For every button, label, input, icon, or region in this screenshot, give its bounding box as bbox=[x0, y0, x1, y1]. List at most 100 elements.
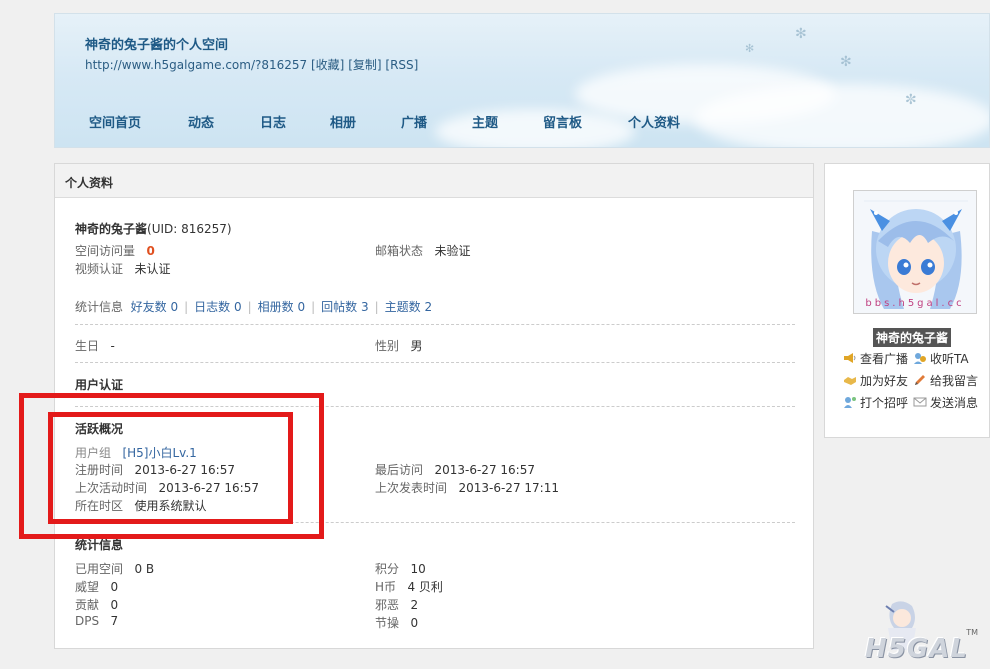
email-label: 邮箱状态 bbox=[375, 244, 424, 258]
gender-value: 男 bbox=[410, 339, 423, 353]
stat-replies-link[interactable]: 回帖数 3 bbox=[321, 300, 368, 314]
envelope-icon bbox=[913, 395, 927, 409]
leave-message-label: 给我留言 bbox=[930, 374, 979, 388]
divider bbox=[75, 362, 795, 363]
divider: | bbox=[311, 300, 316, 314]
nav-guestbook[interactable]: 留言板 bbox=[543, 112, 582, 131]
nav-topics[interactable]: 主题 bbox=[472, 112, 498, 131]
rss-link[interactable]: [RSS] bbox=[385, 58, 418, 72]
send-message-label: 发送消息 bbox=[930, 396, 979, 410]
dandelion-decoration: ✻ bbox=[745, 42, 755, 55]
prestige-value: 0 bbox=[110, 580, 119, 594]
dps-row: DPS 7 bbox=[75, 614, 118, 628]
gender-row: 性别 男 bbox=[375, 337, 422, 354]
stat-albums-link[interactable]: 相册数 0 bbox=[258, 300, 305, 314]
avatar[interactable]: bbs.h5gal.cc bbox=[853, 190, 977, 314]
birthday-value: - bbox=[110, 339, 115, 353]
card-username[interactable]: 神奇的兔子酱 bbox=[873, 328, 952, 347]
stat-topics-link[interactable]: 主题数 2 bbox=[385, 300, 432, 314]
bookmark-link[interactable]: [收藏] bbox=[311, 58, 344, 72]
nav-broadcast[interactable]: 广播 bbox=[401, 112, 427, 131]
dps-value: 7 bbox=[110, 614, 119, 628]
nav-blog[interactable]: 日志 bbox=[260, 112, 286, 131]
listen-icon bbox=[913, 351, 927, 365]
points-value: 10 bbox=[410, 562, 426, 576]
points-label: 积分 bbox=[375, 562, 400, 576]
last-visit-row: 最后访问 2013-6-27 16:57 bbox=[375, 461, 535, 478]
visits-label: 空间访问量 bbox=[75, 244, 136, 258]
send-message-link[interactable]: 发送消息 bbox=[913, 394, 978, 411]
last-post-value: 2013-6-27 17:11 bbox=[458, 481, 559, 495]
email-row: 邮箱状态 未验证 bbox=[375, 242, 470, 259]
divider: | bbox=[184, 300, 189, 314]
copy-link[interactable]: [复制] bbox=[348, 58, 381, 72]
prestige-label: 威望 bbox=[75, 580, 100, 594]
birthday-label: 生日 bbox=[75, 339, 100, 353]
contrib-label: 贡献 bbox=[75, 598, 100, 612]
profile-name-row: 神奇的兔子酱(UID: 816257) bbox=[75, 220, 232, 237]
say-hi-link[interactable]: 打个招呼 bbox=[843, 394, 908, 411]
view-broadcast-link[interactable]: 查看广播 bbox=[843, 350, 908, 367]
last-post-row: 上次发表时间 2013-6-27 17:11 bbox=[375, 479, 559, 496]
space-nav: 空间首页 动态 日志 相册 广播 主题 留言板 个人资料 bbox=[55, 112, 989, 134]
profile-name: 神奇的兔子酱 bbox=[75, 222, 148, 236]
integrity-value: 0 bbox=[410, 616, 419, 630]
nav-feed[interactable]: 动态 bbox=[188, 112, 214, 131]
follow-label: 收听TA bbox=[930, 352, 969, 366]
contrib-value: 0 bbox=[110, 598, 119, 612]
gender-label: 性别 bbox=[375, 339, 400, 353]
integrity-row: 节操 0 bbox=[375, 614, 418, 631]
pencil-icon bbox=[913, 373, 927, 387]
nav-profile[interactable]: 个人资料 bbox=[628, 112, 680, 131]
divider bbox=[75, 324, 795, 325]
stat-blogs-link[interactable]: 日志数 0 bbox=[194, 300, 241, 314]
coin-value: 4 贝利 bbox=[407, 580, 443, 594]
auth-section-title: 用户认证 bbox=[75, 378, 124, 392]
trademark: TM bbox=[966, 628, 978, 637]
points-row: 积分 10 bbox=[375, 560, 426, 577]
handshake-icon bbox=[843, 373, 857, 387]
space-url-bar: http://www.h5galgame.com/?816257 [收藏] [复… bbox=[85, 56, 418, 73]
evil-label: 邪恶 bbox=[375, 598, 400, 612]
dandelion-decoration: ✻ bbox=[840, 54, 852, 70]
user-card: bbs.h5gal.cc 神奇的兔子酱 查看广播 收听TA 加为好友 给我留言 … bbox=[824, 163, 990, 438]
space-row: 已用空间 0 B bbox=[75, 560, 154, 577]
video-value: 未认证 bbox=[134, 262, 171, 276]
evil-row: 邪恶 2 bbox=[375, 596, 418, 613]
panel-title: 个人资料 bbox=[55, 164, 813, 198]
dandelion-decoration: ✼ bbox=[905, 92, 917, 108]
last-visit-label: 最后访问 bbox=[375, 463, 424, 477]
stats-row: 统计信息 好友数 0 | 日志数 0 | 相册数 0 | 回帖数 3 | 主题数 2 bbox=[75, 298, 432, 315]
view-broadcast-label: 查看广播 bbox=[860, 352, 909, 366]
space-header: ✻ ✻ ✼ ✻ 神奇的兔子酱的个人空间 http://www.h5galgame… bbox=[54, 13, 990, 148]
last-post-label: 上次发表时间 bbox=[375, 481, 448, 495]
avatar-image bbox=[854, 191, 976, 313]
highlight-box-inner bbox=[48, 412, 293, 524]
leave-message-link[interactable]: 给我留言 bbox=[913, 372, 978, 389]
space-value: 0 B bbox=[134, 562, 155, 576]
megaphone-icon bbox=[843, 351, 857, 365]
nav-home[interactable]: 空间首页 bbox=[89, 112, 141, 131]
divider: | bbox=[247, 300, 252, 314]
birthday-row: 生日 - bbox=[75, 337, 115, 354]
dandelion-decoration: ✻ bbox=[795, 26, 807, 42]
coin-label: H币 bbox=[375, 580, 397, 594]
video-row: 视频认证 未认证 bbox=[75, 260, 170, 277]
video-label: 视频认证 bbox=[75, 262, 124, 276]
contrib-row: 贡献 0 bbox=[75, 596, 118, 613]
dps-label: DPS bbox=[75, 614, 100, 628]
greet-icon bbox=[843, 395, 857, 409]
coin-row: H币 4 贝利 bbox=[375, 578, 443, 595]
say-hi-label: 打个招呼 bbox=[860, 396, 909, 410]
nav-album[interactable]: 相册 bbox=[330, 112, 356, 131]
space-url[interactable]: http://www.h5galgame.com/?816257 bbox=[85, 58, 307, 72]
add-friend-label: 加为好友 bbox=[860, 374, 909, 388]
stat-friends-link[interactable]: 好友数 0 bbox=[131, 300, 178, 314]
stats-label: 统计信息 bbox=[75, 300, 124, 314]
space-title[interactable]: 神奇的兔子酱的个人空间 bbox=[85, 34, 228, 53]
follow-link[interactable]: 收听TA bbox=[913, 350, 969, 367]
site-mascot: H5GAL TM bbox=[850, 598, 980, 668]
visits-value: 0 bbox=[146, 244, 155, 258]
profile-uid: (UID: 816257) bbox=[147, 222, 232, 236]
add-friend-link[interactable]: 加为好友 bbox=[843, 372, 908, 389]
